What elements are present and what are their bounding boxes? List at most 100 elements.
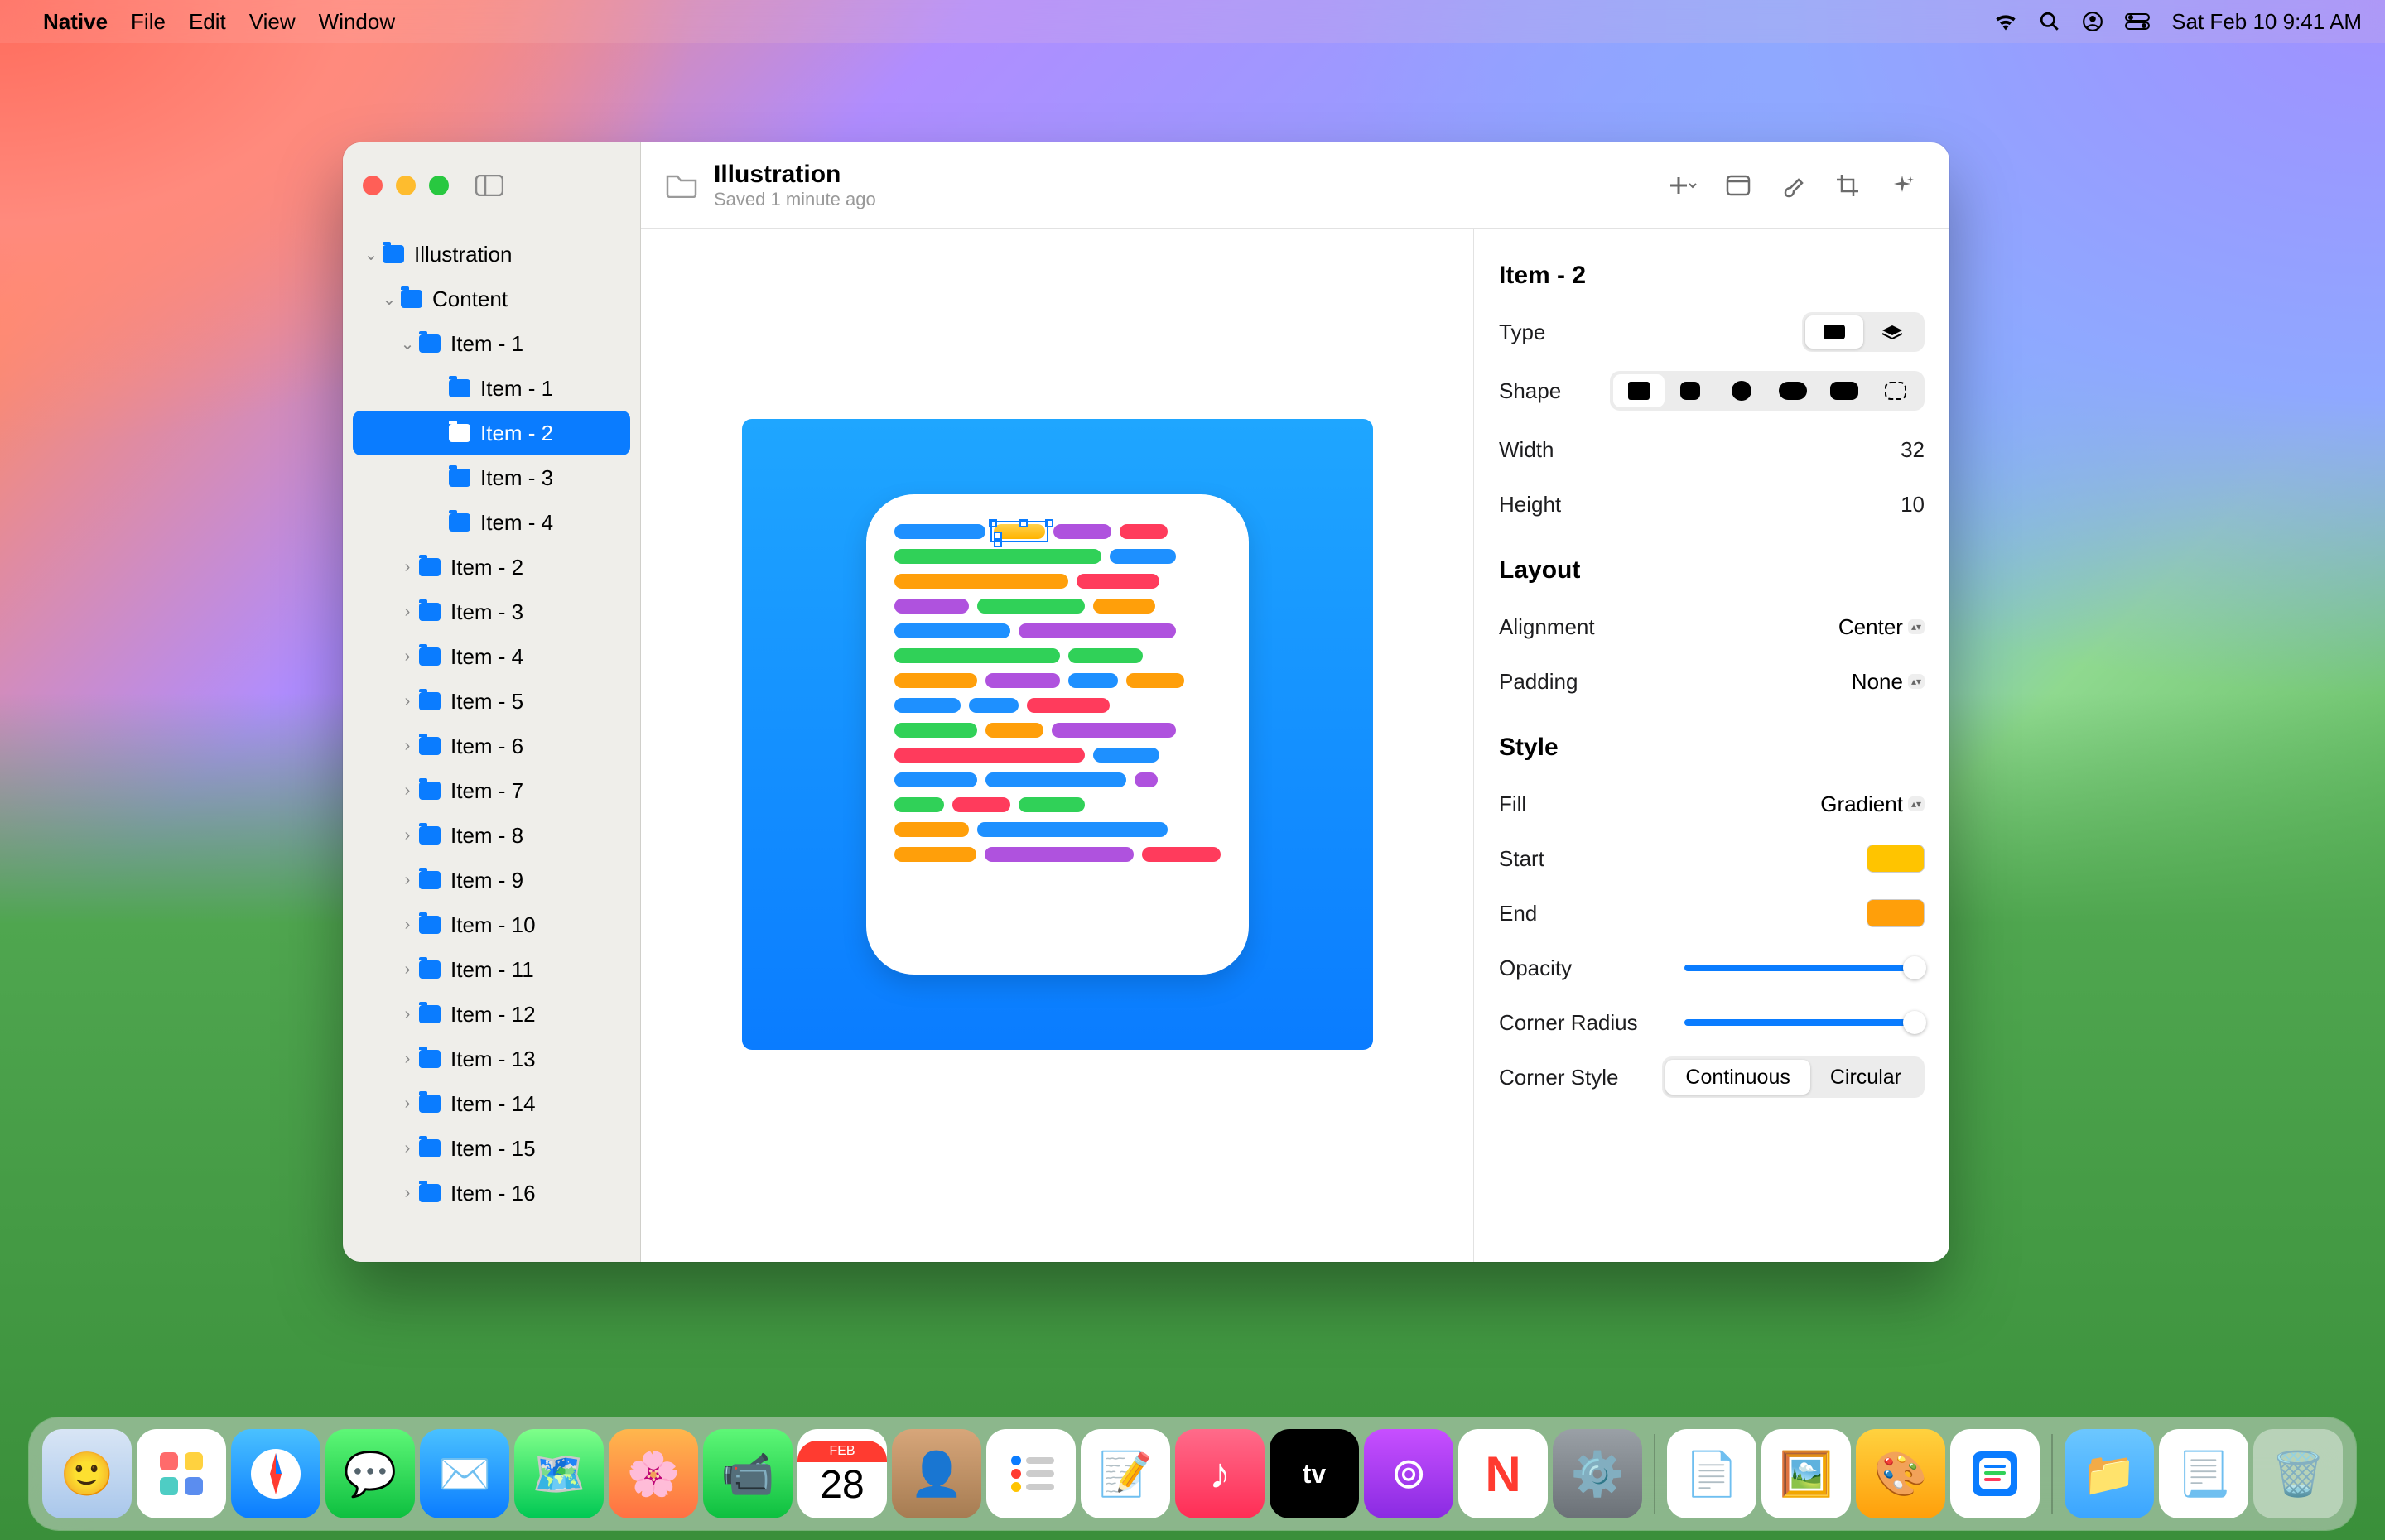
canvas[interactable] — [641, 229, 1473, 1262]
corner-style-segmented[interactable]: Continuous Circular — [1662, 1056, 1925, 1098]
code-segment[interactable] — [894, 698, 961, 713]
code-segment[interactable] — [1120, 524, 1168, 539]
dock-launchpad[interactable] — [137, 1429, 226, 1518]
dock-maps[interactable]: 🗺️ — [514, 1429, 604, 1518]
code-segment[interactable] — [894, 822, 969, 837]
code-segment[interactable] — [894, 847, 977, 862]
shape-capsule[interactable] — [1767, 374, 1819, 407]
code-segment[interactable] — [894, 723, 977, 738]
disclosure-chevron-icon[interactable]: › — [396, 647, 419, 667]
alignment-popup[interactable]: Center▴▾ — [1838, 614, 1925, 640]
dock-music[interactable]: ♪ — [1175, 1429, 1265, 1518]
disclosure-chevron-icon[interactable]: › — [396, 1184, 419, 1203]
menu-edit[interactable]: Edit — [189, 9, 226, 35]
tree-row[interactable]: ›Item - 10 — [353, 902, 630, 947]
tree-row[interactable]: ›Item - 11 — [353, 947, 630, 992]
sparkle-button[interactable] — [1880, 163, 1925, 208]
dock-news[interactable]: N — [1458, 1429, 1548, 1518]
close-button[interactable] — [363, 176, 383, 195]
code-segment[interactable] — [1093, 748, 1159, 763]
padding-popup[interactable]: None▴▾ — [1852, 669, 1925, 695]
type-solid[interactable] — [1805, 315, 1863, 349]
disclosure-chevron-icon[interactable]: › — [396, 782, 419, 801]
tree-row[interactable]: ⌄Item - 1 — [353, 321, 630, 366]
dock-trash[interactable]: 🗑️ — [2253, 1429, 2343, 1518]
dock-downloads[interactable]: 📁 — [2065, 1429, 2154, 1518]
dock-tv[interactable]: tv — [1270, 1429, 1359, 1518]
code-segment[interactable] — [894, 524, 985, 539]
code-segment[interactable] — [994, 524, 1045, 539]
code-segment[interactable] — [985, 772, 1126, 787]
dock-reminders[interactable] — [986, 1429, 1076, 1518]
tree-row[interactable]: ›Item - 15 — [353, 1126, 630, 1171]
disclosure-chevron-icon[interactable]: › — [396, 916, 419, 935]
dock-messages[interactable]: 💬 — [325, 1429, 415, 1518]
dock-recent-doc[interactable]: 📃 — [2159, 1429, 2248, 1518]
disclosure-chevron-icon[interactable]: › — [396, 1139, 419, 1158]
disclosure-chevron-icon[interactable]: › — [396, 603, 419, 622]
code-segment[interactable] — [894, 673, 977, 688]
tree-row[interactable]: ›Item - 13 — [353, 1037, 630, 1081]
code-segment[interactable] — [985, 673, 1060, 688]
dock-safari[interactable] — [231, 1429, 320, 1518]
dock-textedit[interactable]: 📄 — [1667, 1429, 1756, 1518]
tree-row[interactable]: ⌄Illustration — [353, 232, 630, 277]
tree-row[interactable]: ›Item - 8 — [353, 813, 630, 858]
crop-button[interactable] — [1825, 163, 1870, 208]
shape-custom[interactable] — [1870, 374, 1921, 407]
dock-calendar[interactable]: FEB28 — [797, 1429, 887, 1518]
tree-row[interactable]: ›Item - 7 — [353, 768, 630, 813]
dock-settings[interactable]: ⚙️ — [1553, 1429, 1642, 1518]
dock-finder[interactable]: 🙂 — [42, 1429, 132, 1518]
width-value[interactable]: 32 — [1901, 437, 1925, 463]
menu-file[interactable]: File — [131, 9, 166, 35]
dock-native[interactable] — [1950, 1429, 2040, 1518]
code-segment[interactable] — [1068, 673, 1118, 688]
frame-button[interactable] — [1716, 163, 1761, 208]
app-name[interactable]: Native — [43, 9, 108, 35]
radius-slider[interactable] — [1684, 1019, 1925, 1026]
code-segment[interactable] — [894, 623, 1010, 638]
code-segment[interactable] — [1053, 524, 1111, 539]
tree-row[interactable]: ›Item - 12 — [353, 992, 630, 1037]
tree-row[interactable]: ⌄Content — [353, 277, 630, 321]
start-swatch[interactable] — [1867, 845, 1925, 873]
code-segment[interactable] — [894, 772, 977, 787]
tree-row[interactable]: ›Item - 6 — [353, 724, 630, 768]
code-segment[interactable] — [969, 698, 1019, 713]
disclosure-chevron-icon[interactable]: › — [396, 1050, 419, 1069]
shape-rect[interactable] — [1613, 374, 1665, 407]
code-segment[interactable] — [1110, 549, 1176, 564]
sidebar-toggle-icon[interactable] — [475, 175, 504, 196]
code-segment[interactable] — [1019, 797, 1085, 812]
menubar-clock[interactable]: Sat Feb 10 9:41 AM — [2171, 9, 2362, 35]
disclosure-chevron-icon[interactable]: › — [396, 558, 419, 577]
dock-photos[interactable]: 🌸 — [609, 1429, 698, 1518]
tree-row[interactable]: ›Item - 16 — [353, 1171, 630, 1215]
disclosure-chevron-icon[interactable]: › — [396, 960, 419, 979]
code-segment[interactable] — [1142, 847, 1221, 862]
code-segment[interactable] — [1093, 599, 1155, 614]
shape-oval[interactable] — [1819, 374, 1870, 407]
code-segment[interactable] — [894, 648, 1060, 663]
tree-row[interactable]: Item - 2 — [353, 411, 630, 455]
type-stack[interactable] — [1863, 315, 1921, 349]
dock-facetime[interactable]: 📹 — [703, 1429, 793, 1518]
code-segment[interactable] — [894, 574, 1068, 589]
wifi-icon[interactable] — [1994, 12, 2017, 31]
shape-circle[interactable] — [1716, 374, 1767, 407]
spotlight-icon[interactable] — [2039, 11, 2060, 32]
zoom-button[interactable] — [429, 176, 449, 195]
shape-roundrect[interactable] — [1665, 374, 1716, 407]
code-segment[interactable] — [1027, 698, 1110, 713]
tree-row[interactable]: ›Item - 9 — [353, 858, 630, 902]
code-segment[interactable] — [985, 847, 1134, 862]
disclosure-chevron-icon[interactable]: ⌄ — [396, 334, 419, 354]
add-button[interactable] — [1661, 163, 1706, 208]
dock-podcasts[interactable]: ⊚ — [1364, 1429, 1453, 1518]
disclosure-chevron-icon[interactable]: ⌄ — [359, 244, 383, 265]
brush-button[interactable] — [1771, 163, 1815, 208]
end-swatch[interactable] — [1867, 899, 1925, 927]
minimize-button[interactable] — [396, 176, 416, 195]
code-segment[interactable] — [1019, 623, 1176, 638]
